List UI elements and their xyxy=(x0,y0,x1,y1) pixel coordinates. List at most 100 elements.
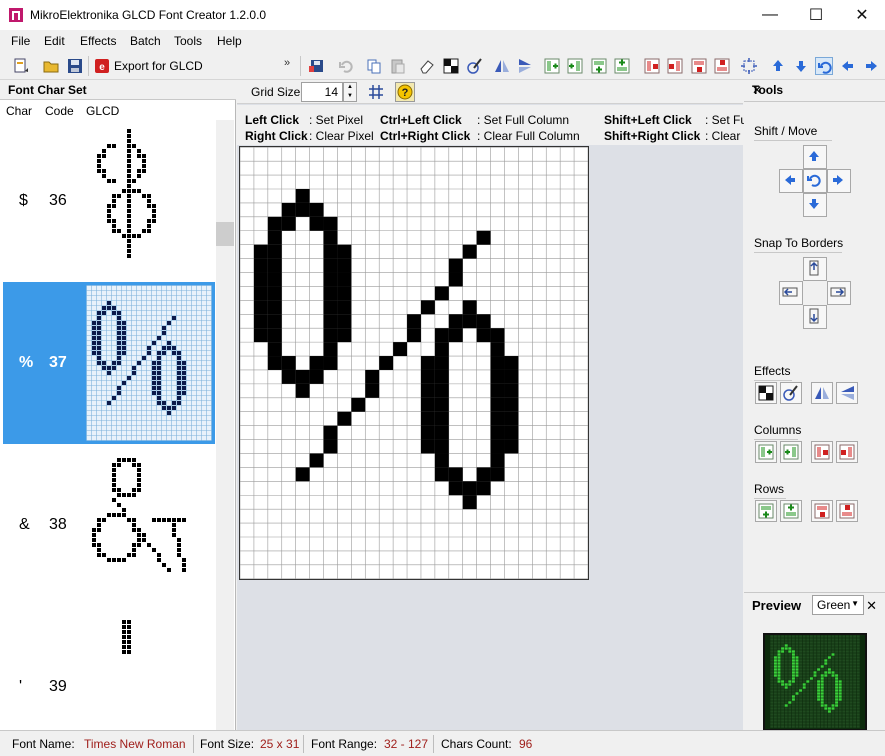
row-insert-top-button[interactable] xyxy=(755,500,777,522)
insert-column-right-icon[interactable] xyxy=(566,57,584,75)
eraser-icon[interactable] xyxy=(418,57,436,75)
snap-top-button[interactable] xyxy=(803,257,827,281)
help-button[interactable]: ? xyxy=(395,82,415,102)
char-code: 38 xyxy=(49,516,67,533)
center-icon[interactable] xyxy=(815,57,833,75)
flip-horizontal-icon[interactable] xyxy=(493,57,511,75)
snap-right-button[interactable] xyxy=(827,281,851,305)
move-down-button[interactable] xyxy=(803,193,827,217)
spin-down-icon[interactable]: ▼ xyxy=(344,92,356,101)
delete-column-left-icon[interactable] xyxy=(643,57,661,75)
insert-row-bottom-icon[interactable] xyxy=(613,57,631,75)
preview-panel: Preview Green ▼ ✕ xyxy=(744,592,885,731)
toolbar-overflow-icon[interactable]: » xyxy=(284,57,290,69)
row-delete-bottom-button[interactable] xyxy=(836,500,858,522)
grid-toolbar: Grid Size ▲ ▼ ? xyxy=(237,80,743,104)
effects-label: Effects xyxy=(754,364,791,378)
insert-column-left-icon[interactable] xyxy=(543,57,561,75)
move-up-button[interactable] xyxy=(803,145,827,169)
flip-vertical-icon[interactable] xyxy=(516,57,534,75)
row-delete-top-button[interactable] xyxy=(811,500,833,522)
char-row-38[interactable]: & 38 xyxy=(3,444,215,606)
import-icon[interactable] xyxy=(308,57,326,75)
grid-toggle-icon[interactable] xyxy=(367,83,385,101)
font-range-value: 32 - 127 xyxy=(384,737,429,751)
close-button[interactable]: ✕ xyxy=(839,0,885,30)
menu-edit[interactable]: Edit xyxy=(44,34,65,48)
minimize-button[interactable]: — xyxy=(747,0,793,30)
preview-close-icon[interactable]: ✕ xyxy=(866,598,877,614)
spin-up-icon[interactable]: ▲ xyxy=(344,83,356,92)
copy-icon[interactable] xyxy=(365,57,383,75)
char-row-37[interactable]: % 37 xyxy=(3,282,215,444)
invert-icon[interactable] xyxy=(442,57,460,75)
delete-column-right-icon[interactable] xyxy=(666,57,684,75)
tools-close-icon[interactable]: ✕ xyxy=(752,83,877,97)
window-title: MikroElektronika GLCD Font Creator 1.2.0… xyxy=(30,8,267,22)
hint-key: Right Click xyxy=(245,129,308,143)
bold-brush-icon[interactable] xyxy=(466,57,484,75)
new-font-icon[interactable] xyxy=(12,57,30,75)
menu-help[interactable]: Help xyxy=(217,34,242,48)
column-insert-right-button[interactable] xyxy=(780,441,802,463)
pixel-editor-grid[interactable] xyxy=(239,146,589,580)
char-row-39[interactable]: ' 39 xyxy=(3,606,215,730)
fit-borders-icon[interactable] xyxy=(740,57,758,75)
export-icon: e xyxy=(95,59,109,73)
move-center-button[interactable] xyxy=(803,169,827,193)
menu-effects[interactable]: Effects xyxy=(80,34,116,48)
shift-up-icon[interactable] xyxy=(769,57,787,75)
row-insert-bottom-button[interactable] xyxy=(780,500,802,522)
move-right-button[interactable] xyxy=(827,169,851,193)
hint-key: Ctrl+Right Click xyxy=(380,129,471,143)
column-delete-right-button[interactable] xyxy=(836,441,858,463)
column-insert-left-button[interactable] xyxy=(755,441,777,463)
hint-key: Left Click xyxy=(245,113,300,127)
effect-invert-button[interactable] xyxy=(755,382,777,404)
effect-flip-h-button[interactable] xyxy=(811,382,833,404)
grid-size-spinner[interactable]: ▲ ▼ xyxy=(343,82,357,102)
char-list-scrollbar[interactable] xyxy=(216,120,234,730)
columns-label: Columns xyxy=(754,423,802,437)
help-glyph: ? xyxy=(402,87,409,99)
preview-title: Preview xyxy=(752,598,802,613)
glyph-bitmap xyxy=(86,285,212,441)
hint-key: Ctrl+Left Click xyxy=(380,113,462,127)
chars-count-label: Chars Count: xyxy=(441,737,512,751)
open-folder-icon[interactable] xyxy=(42,57,60,75)
hint-action: : Set Full Column xyxy=(477,113,570,127)
font-char-set-title: Font Char Set xyxy=(8,83,87,97)
undo-icon[interactable] xyxy=(337,57,355,75)
glyph-preview-percent xyxy=(85,282,213,444)
hint-action: : Clear Full Column xyxy=(477,129,580,143)
menu-tools[interactable]: Tools xyxy=(174,34,202,48)
shift-move-pad xyxy=(778,144,852,218)
column-delete-left-button[interactable] xyxy=(811,441,833,463)
menu-batch[interactable]: Batch xyxy=(130,34,161,48)
export-for-glcd-button[interactable]: e Export for GLCD xyxy=(94,56,203,76)
preview-color-value: Green xyxy=(817,598,851,612)
effect-flip-v-button[interactable] xyxy=(836,382,858,404)
effect-bold-button[interactable] xyxy=(780,382,802,404)
snap-to-borders-label: Snap To Borders xyxy=(754,236,844,250)
shift-left-icon[interactable] xyxy=(839,57,857,75)
move-left-button[interactable] xyxy=(779,169,803,193)
maximize-button[interactable]: ☐ xyxy=(793,0,839,30)
delete-row-bottom-icon[interactable] xyxy=(713,57,731,75)
shift-right-icon[interactable] xyxy=(862,57,880,75)
delete-row-top-icon[interactable] xyxy=(690,57,708,75)
char-row-36[interactable]: $ 36 xyxy=(3,120,215,282)
title-bar: MikroElektronika GLCD Font Creator 1.2.0… xyxy=(0,0,885,30)
char-list-scroll-thumb[interactable] xyxy=(216,222,234,246)
menu-file[interactable]: File xyxy=(11,34,30,48)
preview-color-select[interactable]: Green ▼ xyxy=(812,595,864,615)
glyph-bitmap xyxy=(97,129,156,258)
snap-bottom-button[interactable] xyxy=(803,305,827,329)
snap-left-button[interactable] xyxy=(779,281,803,305)
grid-size-input[interactable] xyxy=(301,82,343,102)
shift-down-icon[interactable] xyxy=(792,57,810,75)
char-symbol: ' xyxy=(19,678,23,695)
insert-row-top-icon[interactable] xyxy=(590,57,608,75)
paste-icon[interactable] xyxy=(389,57,407,75)
save-icon[interactable] xyxy=(66,57,84,75)
